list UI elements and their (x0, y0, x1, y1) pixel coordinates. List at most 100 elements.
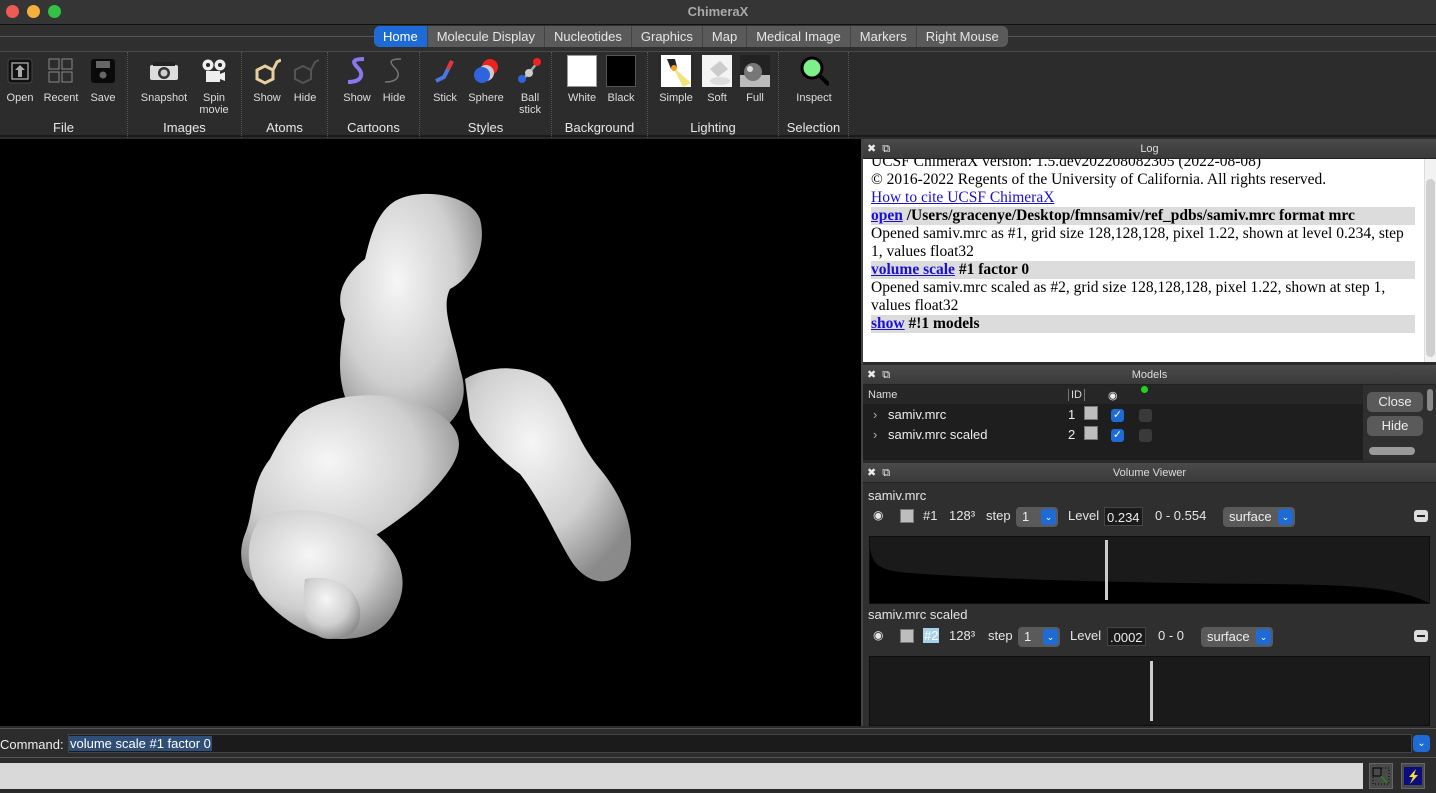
level-marker[interactable] (1105, 540, 1108, 600)
volume-color-swatch[interactable] (900, 509, 914, 523)
model-select-checkbox[interactable] (1139, 429, 1152, 442)
group-label-styles: Styles (467, 120, 504, 135)
toolbar-group-file: Open Recent Save File (0, 52, 128, 138)
command-input[interactable]: volume scale #1 factor 0 (68, 734, 1412, 753)
group-label-images: Images (163, 120, 206, 135)
model-shown-checkbox[interactable]: ✓ (1111, 429, 1124, 442)
cartoon-hide-button[interactable]: Hide (374, 55, 414, 104)
column-name[interactable]: Name (868, 389, 897, 401)
model-color-swatch[interactable] (1084, 406, 1098, 420)
ribbon-tab-row: Home Molecule Display Nucleotides Graphi… (0, 25, 1436, 51)
hide-model-button[interactable]: Hide (1367, 416, 1423, 436)
value-range: 0 - 0 (1158, 628, 1185, 643)
open-button[interactable]: Open (0, 55, 40, 104)
collapse-button[interactable] (1414, 510, 1428, 522)
save-button[interactable]: Save (83, 55, 123, 104)
volume-viewer-panel: samiv.mrc ◉ #1 128³ step 1 ⌄ Level 0.234 … (863, 483, 1436, 726)
tab-nucleotides[interactable]: Nucleotides (545, 26, 632, 47)
log-scroll-thumb[interactable] (1426, 179, 1435, 357)
group-label-cartoons: Cartoons (347, 120, 400, 135)
level-input[interactable]: 0.234 (1104, 507, 1143, 526)
model-shown-checkbox[interactable]: ✓ (1111, 409, 1124, 422)
save-icon (88, 55, 118, 87)
expand-chevron-icon[interactable]: › (873, 427, 877, 442)
close-icon[interactable]: ✖ (867, 463, 876, 483)
stick-button[interactable]: Stick (425, 55, 465, 104)
log-scrollbar[interactable] (1424, 159, 1436, 362)
collapse-button[interactable] (1414, 630, 1428, 642)
white-background-button[interactable]: White (562, 55, 602, 104)
volume-controls-row: ◉ #1 128³ step 1 ⌄ Level 0.234 0 - 0.554 … (863, 505, 1436, 527)
toolbar-group-images: Snapshot Spin movie Images (128, 52, 242, 138)
recent-button[interactable]: Recent (41, 55, 81, 104)
select-region-button[interactable] (1369, 763, 1393, 789)
snapshot-button[interactable]: Snapshot (140, 55, 188, 104)
close-icon[interactable]: ✖ (867, 139, 876, 159)
toolbar-group-background: White Black Background (552, 52, 648, 138)
close-icon[interactable]: ✖ (867, 365, 876, 385)
undock-icon[interactable]: ⧉ (882, 365, 890, 385)
eye-icon: ◉ (1108, 390, 1118, 402)
volume-scale-command-link[interactable]: volume scale (871, 261, 955, 278)
tab-home[interactable]: Home (374, 26, 428, 47)
log-output-volume-scale: Opened samiv.mrc scaled as #2, grid size… (871, 279, 1386, 314)
tab-markers[interactable]: Markers (851, 26, 917, 47)
soft-lighting-button[interactable]: Soft (697, 55, 737, 104)
volume-name: samiv.mrc (868, 488, 927, 503)
histogram-2[interactable] (869, 656, 1430, 726)
volume-size: 128³ (949, 508, 976, 523)
atoms-hide-button[interactable]: Hide (285, 55, 325, 104)
select-region-icon (1372, 767, 1390, 785)
cite-link[interactable]: How to cite UCSF ChimeraX (871, 189, 1054, 206)
atoms-show-button[interactable]: Show (247, 55, 287, 104)
log-panel[interactable]: UCSF ChimeraX version: 1.5.dev2022080823… (863, 159, 1436, 362)
tab-medical-image[interactable]: Medical Image (747, 26, 851, 47)
open-command-link[interactable]: open (871, 207, 903, 224)
undock-icon[interactable]: ⧉ (882, 139, 890, 159)
tab-right-mouse[interactable]: Right Mouse (917, 26, 1008, 47)
toolbar-group-styles: Stick Sphere Ball stick Styles (420, 52, 552, 138)
step-select[interactable]: 1 ⌄ (1018, 627, 1060, 647)
models-hscroll-thumb[interactable] (1369, 447, 1415, 455)
undock-icon[interactable]: ⧉ (882, 463, 890, 483)
eye-icon[interactable]: ◉ (873, 508, 883, 522)
command-history-dropdown[interactable]: ⌄ (1413, 735, 1430, 752)
inspect-button[interactable]: Inspect (791, 55, 837, 104)
close-model-button[interactable]: Close (1367, 392, 1423, 412)
graphics-viewport[interactable] (0, 139, 861, 726)
histogram-bars (870, 547, 1429, 603)
tab-molecule-display[interactable]: Molecule Display (428, 26, 545, 47)
style-select[interactable]: surface ⌄ (1223, 507, 1295, 527)
expand-chevron-icon[interactable]: › (873, 407, 877, 422)
lightning-icon (1404, 767, 1422, 785)
level-input[interactable]: .0002 (1107, 627, 1146, 646)
graphics-rate-button[interactable] (1401, 763, 1425, 789)
ball-stick-button[interactable]: Ball stick (510, 55, 550, 116)
model-row[interactable]: › samiv.mrc 1 ✓ (863, 405, 1363, 425)
volume-color-swatch[interactable] (900, 629, 914, 643)
tab-map[interactable]: Map (703, 26, 748, 47)
model-color-swatch[interactable] (1084, 426, 1098, 440)
column-id[interactable]: ID (1068, 389, 1085, 401)
toolbar-group-cartoons: Show Hide Cartoons (328, 52, 420, 138)
full-lighting-button[interactable]: Full (735, 55, 775, 104)
chevron-down-icon: ⌄ (1256, 629, 1271, 645)
status-bar (0, 761, 1436, 789)
models-vscroll-thumb[interactable] (1427, 389, 1433, 411)
show-command-link[interactable]: show (871, 315, 905, 332)
level-marker[interactable] (1150, 661, 1153, 721)
cartoon-show-icon (342, 55, 372, 87)
cartoon-show-button[interactable]: Show (337, 55, 377, 104)
spotlight-icon (661, 55, 691, 87)
model-row[interactable]: › samiv.mrc scaled 2 ✓ (863, 425, 1363, 445)
spin-movie-button[interactable]: Spin movie (194, 55, 234, 116)
eye-icon[interactable]: ◉ (873, 628, 883, 642)
model-select-checkbox[interactable] (1139, 409, 1152, 422)
simple-lighting-button[interactable]: Simple (656, 55, 696, 104)
black-background-button[interactable]: Black (601, 55, 641, 104)
sphere-button[interactable]: Sphere (466, 55, 506, 104)
histogram-1[interactable] (869, 536, 1430, 604)
tab-graphics[interactable]: Graphics (632, 26, 703, 47)
style-select[interactable]: surface ⌄ (1201, 627, 1273, 647)
step-select[interactable]: 1 ⌄ (1016, 507, 1058, 527)
